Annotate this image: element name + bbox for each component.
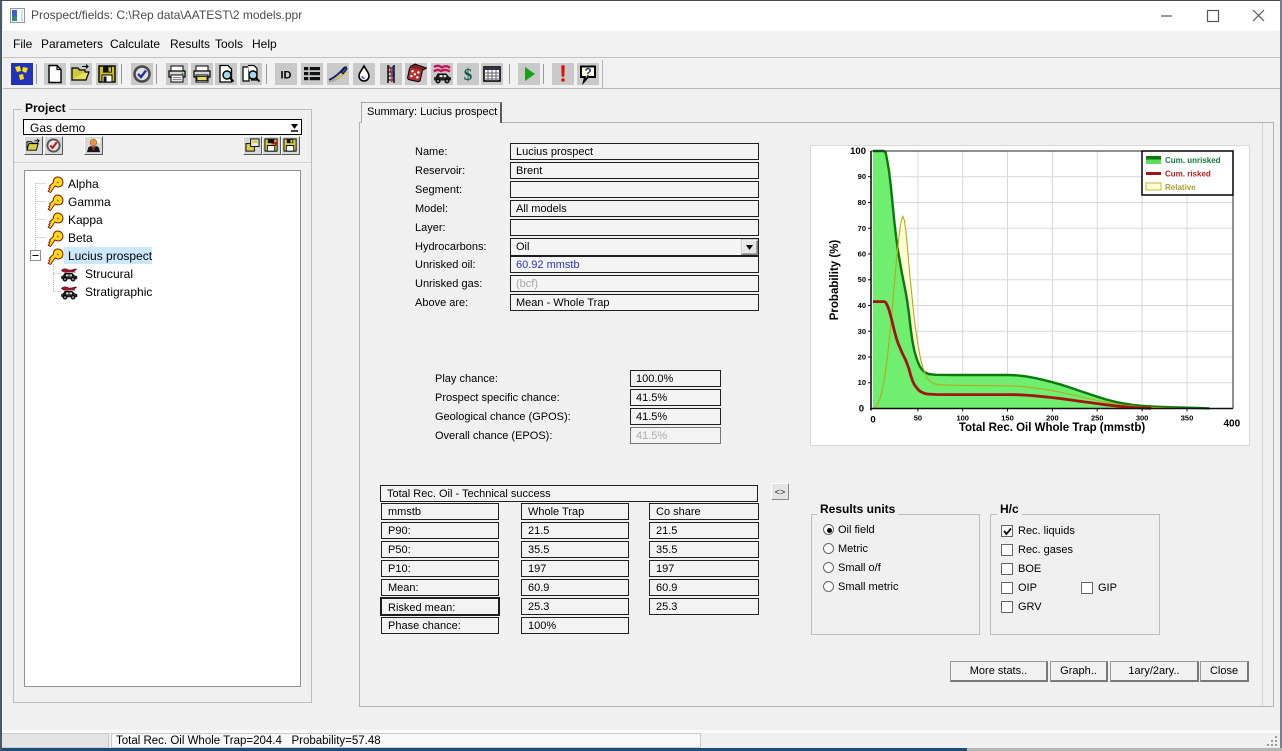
svg-text:100: 100 [850, 146, 866, 157]
svg-text:Cum. unrisked: Cum. unrisked [1165, 156, 1221, 165]
svg-text:80: 80 [858, 198, 866, 207]
svg-text:ID: ID [281, 70, 292, 82]
svg-text:Probability (%): Probability (%) [829, 240, 841, 321]
svg-text:40: 40 [858, 301, 866, 310]
svg-text:20: 20 [858, 353, 866, 362]
svg-text:?: ? [584, 66, 591, 80]
svg-text:50: 50 [914, 414, 922, 423]
svg-text:30: 30 [858, 327, 866, 336]
svg-text:0: 0 [870, 415, 875, 426]
svg-text:$: $ [464, 65, 473, 84]
svg-text:60: 60 [858, 250, 866, 259]
svg-text:Total Rec. Oil Whole Trap (mms: Total Rec. Oil Whole Trap (mmstb) [959, 422, 1146, 434]
svg-text:350: 350 [1181, 414, 1194, 423]
svg-text:0: 0 [859, 404, 864, 415]
svg-text:10: 10 [858, 378, 866, 387]
svg-text:Cum. risked: Cum. risked [1165, 170, 1211, 179]
svg-text:400: 400 [1223, 419, 1240, 430]
svg-text:90: 90 [858, 172, 866, 181]
svg-text:Relative: Relative [1165, 183, 1196, 192]
svg-text:70: 70 [858, 224, 866, 233]
svg-text:50: 50 [858, 275, 866, 284]
